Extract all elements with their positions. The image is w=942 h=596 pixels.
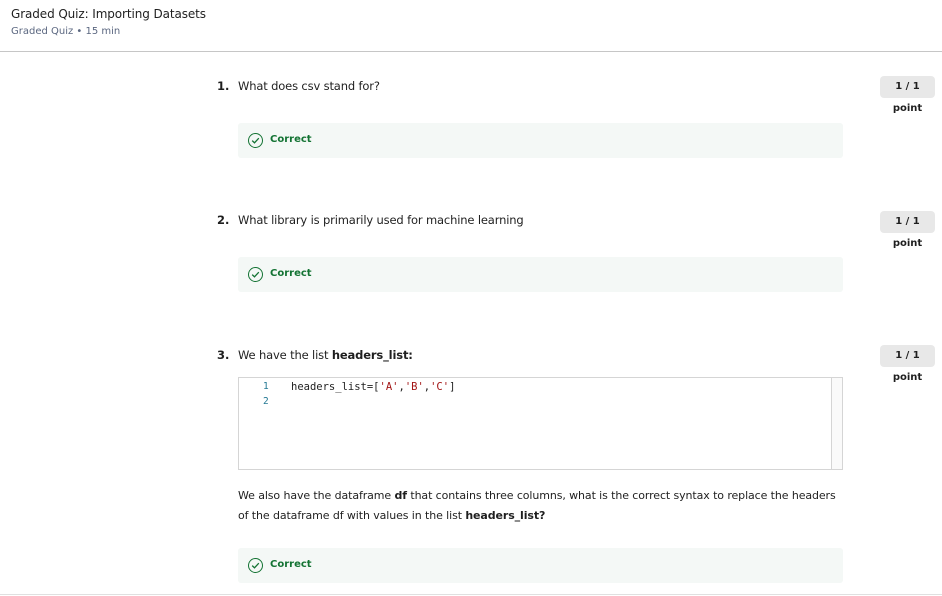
quiz-title: Graded Quiz: Importing Datasets — [11, 7, 206, 21]
question-text-bold: headers_list: — [331, 348, 413, 362]
code-token: ] — [449, 381, 456, 393]
correct-label: Correct — [270, 268, 312, 279]
check-circle-icon — [248, 558, 263, 573]
line-number: 1 — [263, 381, 269, 392]
points-badge: 1 / 1 point — [880, 76, 935, 114]
question-text: We have the list headers_list: — [238, 348, 413, 362]
code-line-1: headers_list=['A','B','C'] — [291, 381, 455, 393]
code-token: headers_list=[ — [291, 381, 380, 393]
question-number: 1. — [217, 79, 230, 93]
para-bold: df — [394, 489, 407, 502]
question-text: What does csv stand for? — [238, 79, 380, 93]
para-text: We also have the dataframe — [238, 489, 395, 502]
question-number: 3. — [217, 348, 230, 362]
question-text: What library is primarily used for machi… — [238, 213, 524, 227]
quiz-subtitle: Graded Quiz • 15 min — [11, 26, 121, 37]
para-bold: headers_list? — [465, 509, 546, 522]
code-block: 1 2 headers_list=['A','B','C'] — [238, 377, 843, 470]
quiz-header: Graded Quiz: Importing Datasets Graded Q… — [0, 0, 942, 52]
question-number: 2. — [217, 213, 230, 227]
line-number: 2 — [263, 396, 269, 407]
code-string: 'C' — [430, 381, 450, 393]
points-badge: 1 / 1 point — [880, 345, 935, 383]
correct-feedback: Correct — [238, 548, 843, 583]
points-badge: 1 / 1 point — [880, 211, 935, 249]
check-circle-icon — [248, 267, 263, 282]
question-paragraph: We also have the dataframe df that conta… — [238, 486, 838, 526]
correct-feedback: Correct — [238, 123, 843, 158]
code-string: 'A' — [379, 381, 399, 393]
divider — [0, 594, 942, 595]
correct-label: Correct — [270, 134, 312, 145]
check-circle-icon — [248, 133, 263, 148]
correct-label: Correct — [270, 559, 312, 570]
correct-feedback: Correct — [238, 257, 843, 292]
code-scrollbar[interactable] — [831, 378, 842, 469]
question-text-prefix: We have the list — [238, 348, 332, 362]
code-string: 'B' — [404, 381, 424, 393]
